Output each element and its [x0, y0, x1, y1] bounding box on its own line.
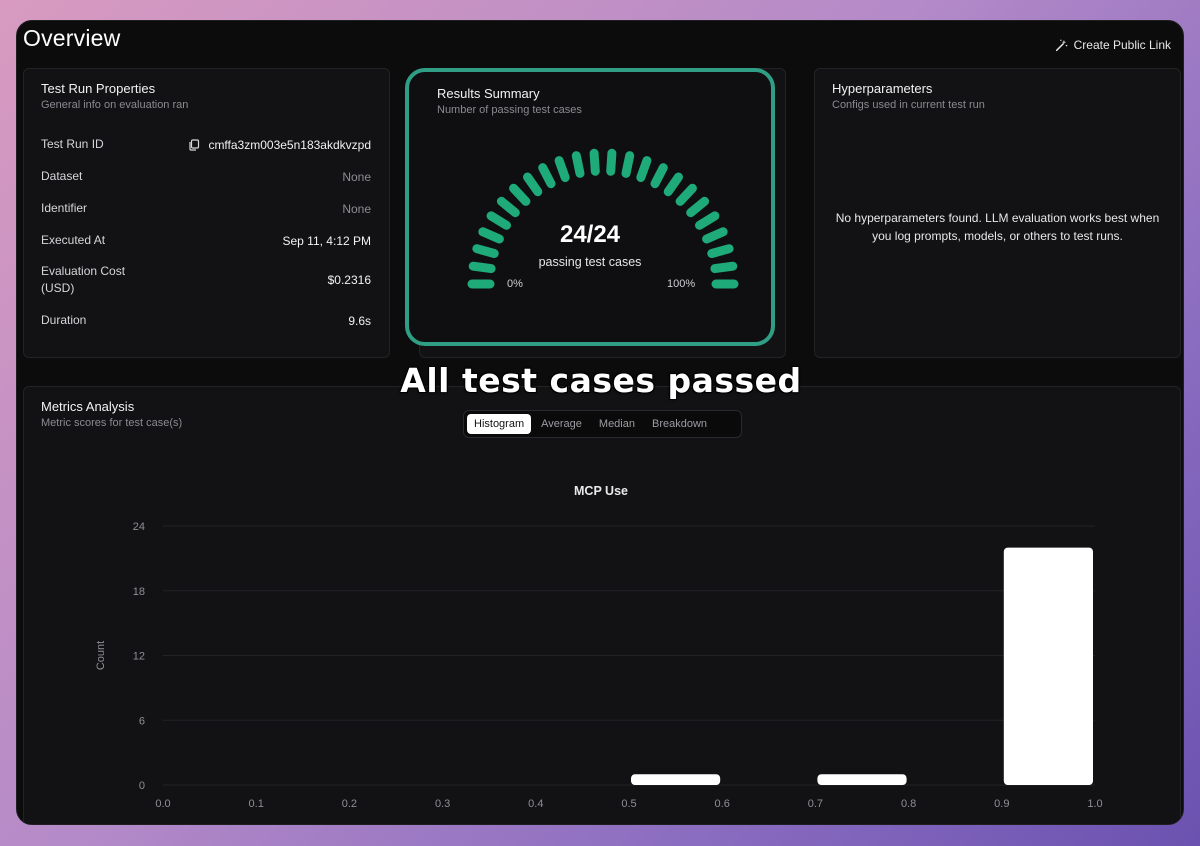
x-tick-label: 0.1	[249, 798, 264, 810]
x-tick-label: 0.9	[994, 798, 1009, 810]
histogram-bar[interactable]	[817, 774, 907, 785]
x-tick-label: 0.3	[435, 798, 450, 810]
y-tick-label: 0	[139, 780, 145, 792]
app-window: Overview Create Public Link Test Run Pro…	[16, 20, 1184, 825]
x-tick-label: 1.0	[1087, 798, 1102, 810]
x-tick-label: 0.0	[155, 798, 170, 810]
overlay-caption: All test cases passed	[400, 361, 802, 400]
x-tick-label: 0.6	[715, 798, 730, 810]
y-tick-label: 24	[133, 521, 145, 533]
y-tick-label: 12	[133, 651, 145, 663]
histogram-chart: 0 6 12 18 24 0.0 0.1 0.2 0.3 0.4 0.5 0.6 0.7 0.8 0.9 1.…	[95, 521, 1103, 810]
x-tick-label: 0.8	[901, 798, 916, 810]
x-tick-label: 0.5	[621, 798, 636, 810]
x-tick-label: 0.2	[342, 798, 357, 810]
histogram-bar[interactable]	[1003, 547, 1093, 785]
x-tick-label: 0.4	[528, 798, 543, 810]
y-tick-label: 6	[139, 715, 145, 727]
x-tick-label: 0.7	[808, 798, 823, 810]
y-axis-label: Count	[95, 641, 107, 670]
histogram-bar[interactable]	[631, 774, 721, 785]
y-tick-label: 18	[133, 586, 145, 598]
